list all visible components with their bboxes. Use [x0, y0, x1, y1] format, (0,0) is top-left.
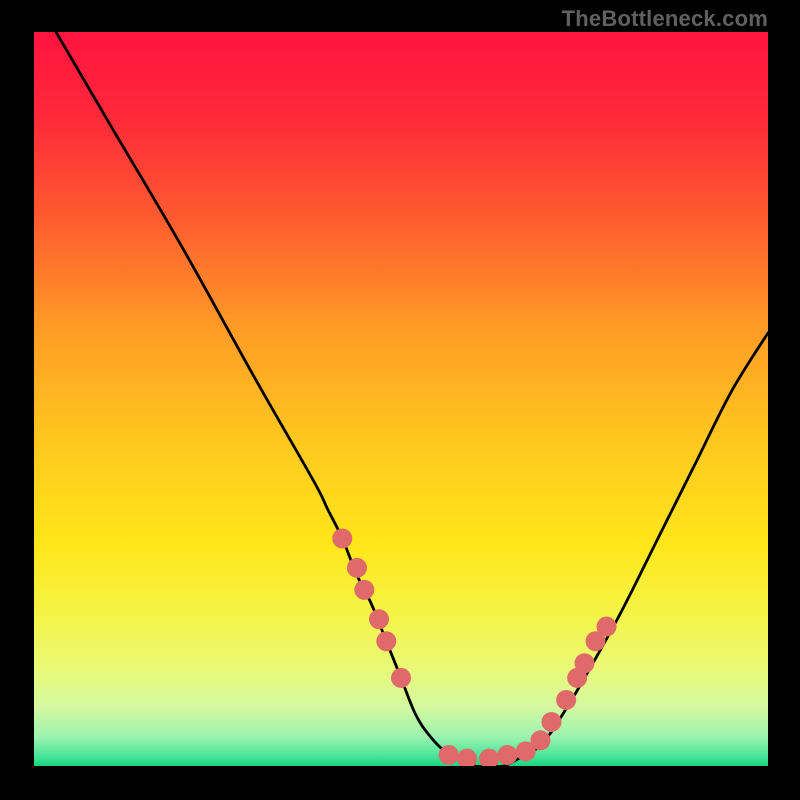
chart-stage: TheBottleneck.com — [0, 0, 800, 800]
highlight-marker — [439, 745, 459, 765]
highlight-marker — [369, 609, 389, 629]
highlight-marker — [497, 745, 517, 765]
highlight-marker — [376, 631, 396, 651]
gradient-background — [34, 32, 768, 766]
highlight-marker — [391, 668, 411, 688]
highlight-marker — [347, 558, 367, 578]
highlight-marker — [597, 617, 617, 637]
highlight-marker — [556, 690, 576, 710]
highlight-marker — [541, 712, 561, 732]
watermark-text: TheBottleneck.com — [562, 6, 768, 32]
highlight-marker — [575, 653, 595, 673]
highlight-marker — [354, 580, 374, 600]
highlight-marker — [530, 730, 550, 750]
chart-svg — [34, 32, 768, 766]
highlight-marker — [332, 528, 352, 548]
plot-area — [34, 32, 768, 766]
